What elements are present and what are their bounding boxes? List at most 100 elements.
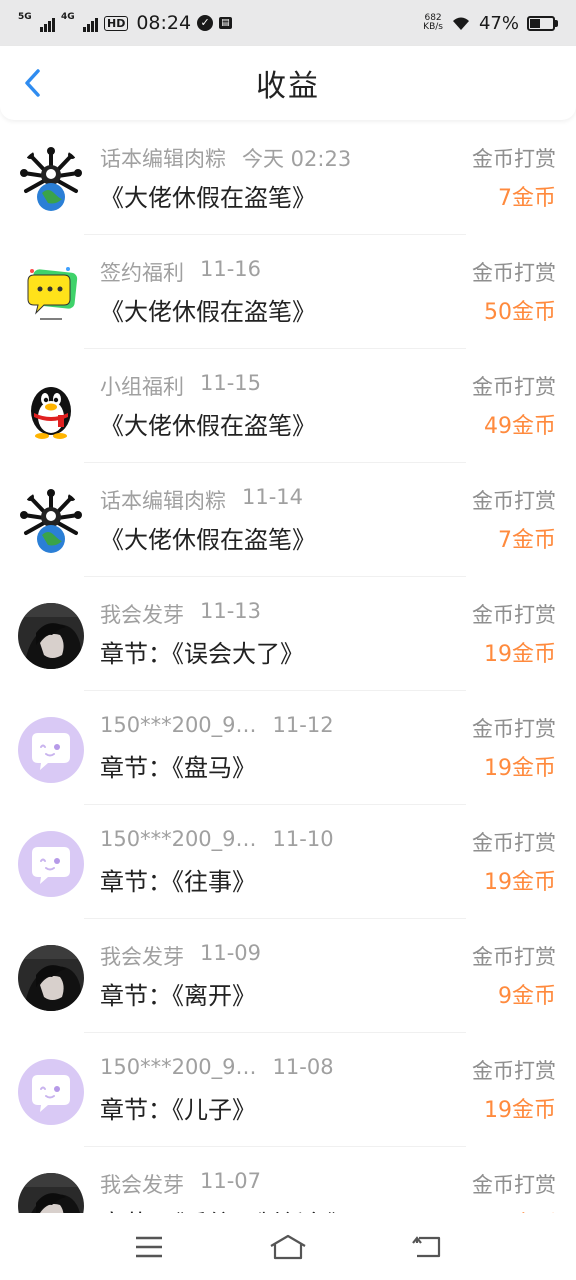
battery-percent: 47% bbox=[478, 12, 519, 34]
item-date: 11-10 bbox=[272, 827, 334, 851]
work-title: 章节：《离开》 bbox=[100, 982, 256, 1010]
item-meta: 话本编辑肉粽 今天 02:23 bbox=[100, 143, 351, 173]
reward-type: 金币打赏 bbox=[472, 1059, 556, 1083]
sender-name: 150***200_9… bbox=[100, 827, 257, 851]
reward-amount: 19金币 bbox=[484, 870, 556, 895]
item-meta: 我会发芽 11-07 bbox=[100, 1169, 261, 1199]
system-nav-bar bbox=[0, 1213, 576, 1280]
reward-amount: 9金币 bbox=[498, 984, 556, 1009]
reward-amount: 19金币 bbox=[484, 1098, 556, 1123]
spider-avatar bbox=[18, 147, 84, 213]
item-date: 11-13 bbox=[200, 599, 262, 623]
emoji-avatar bbox=[18, 261, 84, 327]
net2-tag: 4G bbox=[61, 12, 75, 22]
reward-amount: 19金币 bbox=[484, 1206, 556, 1213]
reward-type: 金币打赏 bbox=[472, 375, 556, 399]
net1-tag: 5G bbox=[18, 12, 32, 22]
battery-icon bbox=[527, 15, 558, 31]
work-title: 章节：《盘马》 bbox=[100, 754, 256, 782]
item-date: 11-08 bbox=[272, 1055, 334, 1079]
reward-type: 金币打赏 bbox=[472, 603, 556, 627]
reward-type: 金币打赏 bbox=[472, 1173, 556, 1197]
item-meta: 150***200_9… 11-08 bbox=[100, 1055, 334, 1079]
reward-amount: 50金币 bbox=[484, 300, 556, 325]
notification-icon: ✓ bbox=[197, 15, 214, 31]
reward-amount: 7金币 bbox=[498, 186, 556, 211]
sender-name: 小组福利 bbox=[100, 375, 184, 399]
sender-name: 150***200_9… bbox=[100, 1055, 257, 1079]
work-title: 章节：《往事》 bbox=[100, 868, 256, 896]
item-meta: 小组福利 11-15 bbox=[100, 371, 261, 401]
photo-avatar bbox=[18, 945, 84, 1011]
item-meta: 我会发芽 11-09 bbox=[100, 941, 261, 971]
reward-type: 金币打赏 bbox=[472, 147, 556, 171]
list-item[interactable]: 150***200_9… 11-08 章节：《儿子》 金币打赏 19金币 bbox=[0, 1033, 576, 1147]
list-item[interactable]: 话本编辑肉粽 今天 02:23 《大佬休假在盗笔》 金币打赏 7金币 bbox=[0, 121, 576, 235]
sender-name: 话本编辑肉粽 bbox=[100, 147, 226, 171]
menu-button[interactable] bbox=[119, 1227, 179, 1267]
spider-avatar bbox=[18, 489, 84, 555]
list-item[interactable]: 我会发芽 11-13 章节：《误会大了》 金币打赏 19金币 bbox=[0, 577, 576, 691]
wifi-icon bbox=[452, 17, 469, 30]
sender-name: 我会发芽 bbox=[100, 1173, 184, 1197]
page-title: 收益 bbox=[256, 69, 320, 104]
item-meta: 我会发芽 11-13 bbox=[100, 599, 261, 629]
hd-icon: HD bbox=[104, 15, 129, 31]
sender-name: 我会发芽 bbox=[100, 945, 184, 969]
sender-name: 签约福利 bbox=[100, 261, 184, 285]
reward-type: 金币打赏 bbox=[472, 831, 556, 855]
home-icon bbox=[270, 1234, 306, 1259]
nav-back-button[interactable] bbox=[397, 1227, 457, 1267]
reward-type: 金币打赏 bbox=[472, 261, 556, 285]
list-item[interactable]: 150***200_9… 11-10 章节：《往事》 金币打赏 19金币 bbox=[0, 805, 576, 919]
network-speed: 682 KB/s bbox=[423, 14, 443, 32]
list-item[interactable]: 我会发芽 11-07 章节：《系统强制任务》 金币打赏 19金币 bbox=[0, 1147, 576, 1213]
home-button[interactable] bbox=[258, 1227, 318, 1267]
chevron-left-icon bbox=[25, 69, 40, 97]
reward-amount: 19金币 bbox=[484, 642, 556, 667]
penguin-avatar bbox=[18, 375, 84, 441]
chat-avatar bbox=[18, 717, 84, 783]
list-item[interactable]: 我会发芽 11-09 章节：《离开》 金币打赏 9金币 bbox=[0, 919, 576, 1033]
signal-5g-icon: 5G bbox=[18, 12, 55, 32]
list-item[interactable]: 签约福利 11-16 《大佬休假在盗笔》 金币打赏 50金币 bbox=[0, 235, 576, 349]
work-title: 章节：《儿子》 bbox=[100, 1096, 256, 1124]
item-date: 11-14 bbox=[242, 485, 304, 509]
reward-amount: 49金币 bbox=[484, 414, 556, 439]
signal-4g-icon: 4G bbox=[61, 12, 98, 32]
photo-avatar bbox=[18, 603, 84, 669]
reward-type: 金币打赏 bbox=[472, 489, 556, 513]
item-date: 11-09 bbox=[200, 941, 262, 965]
item-meta: 150***200_9… 11-10 bbox=[100, 827, 334, 851]
reward-type: 金币打赏 bbox=[472, 945, 556, 969]
list-item[interactable]: 小组福利 11-15 《大佬休假在盗笔》 金币打赏 49金币 bbox=[0, 349, 576, 463]
sender-name: 话本编辑肉粽 bbox=[100, 489, 226, 513]
list-item[interactable]: 150***200_9… 11-12 章节：《盘马》 金币打赏 19金币 bbox=[0, 691, 576, 805]
item-date: 11-12 bbox=[272, 713, 334, 737]
chat-avatar bbox=[18, 1059, 84, 1125]
list-item[interactable]: 话本编辑肉粽 11-14 《大佬休假在盗笔》 金币打赏 7金币 bbox=[0, 463, 576, 577]
item-date: 11-16 bbox=[200, 257, 262, 281]
speed-unit: KB/s bbox=[423, 22, 443, 32]
item-meta: 150***200_9… 11-12 bbox=[100, 713, 334, 737]
reward-amount: 7金币 bbox=[498, 528, 556, 553]
work-title: 章节：《误会大了》 bbox=[100, 640, 304, 668]
app-notification-icon: ▤ bbox=[219, 17, 232, 29]
item-date: 11-07 bbox=[200, 1169, 262, 1193]
reward-amount: 19金币 bbox=[484, 756, 556, 781]
menu-icon bbox=[136, 1236, 163, 1257]
work-title: 《大佬休假在盗笔》 bbox=[100, 526, 316, 554]
reward-type: 金币打赏 bbox=[472, 717, 556, 741]
status-time: 08:24 bbox=[136, 12, 192, 34]
earnings-list: 话本编辑肉粽 今天 02:23 《大佬休假在盗笔》 金币打赏 7金币 签约福利 11-16… bbox=[0, 121, 576, 1213]
work-title: 章节：《系统强制任务》 bbox=[100, 1204, 352, 1213]
sender-name: 150***200_9… bbox=[100, 713, 257, 737]
app-header: 收益 bbox=[0, 46, 576, 120]
chat-avatar bbox=[18, 831, 84, 897]
back-button[interactable] bbox=[18, 68, 48, 98]
photo-avatar bbox=[18, 1173, 84, 1213]
item-meta: 话本编辑肉粽 11-14 bbox=[100, 485, 303, 515]
status-bar: 5G 4G HD 08:24 ✓ ▤ 682 KB/s 47% bbox=[0, 0, 576, 46]
work-title: 《大佬休假在盗笔》 bbox=[100, 184, 316, 212]
item-meta: 签约福利 11-16 bbox=[100, 257, 261, 287]
